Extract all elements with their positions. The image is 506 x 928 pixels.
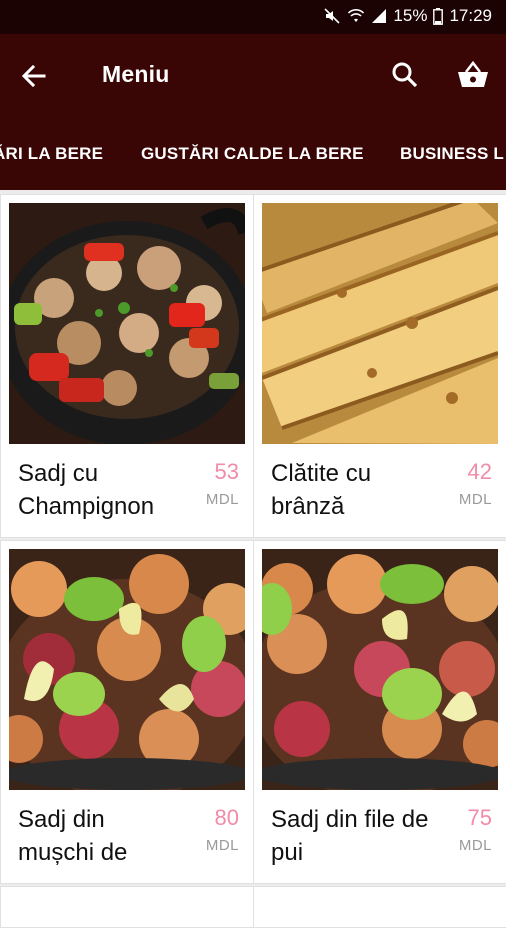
status-bar: 15% 17:29 <box>0 0 506 34</box>
clatite-branza-photo <box>262 203 498 444</box>
sadj-pui-photo <box>262 549 498 790</box>
tab-business-lunch[interactable]: BUSINESS L <box>400 144 504 164</box>
product-currency: MDL <box>205 491 239 508</box>
product-card[interactable] <box>0 886 254 928</box>
product-card[interactable]: Clătite cu brânză 42 MDL <box>253 194 506 538</box>
product-name: Sadj cu Champignon <box>18 460 155 520</box>
product-name: Sadj din mușchi de <box>18 806 128 866</box>
signal-icon <box>372 9 387 23</box>
clock: 17:29 <box>449 6 492 25</box>
battery-icon <box>433 7 444 25</box>
product-currency: MDL <box>205 837 239 854</box>
basket-icon[interactable] <box>456 60 490 90</box>
product-card[interactable]: Sadj cu Champignon 53 MDL <box>0 194 254 538</box>
category-tabs: ĂRI LA BERE GUSTĂRI CALDE LA BERE BUSINE… <box>0 116 506 190</box>
product-card[interactable] <box>253 886 506 928</box>
status-icons: 15% 17:29 <box>323 6 492 26</box>
product-price: 80 <box>214 805 239 830</box>
back-arrow-icon[interactable] <box>18 60 50 92</box>
product-grid: Sadj cu Champignon 53 MDL Clătite cu brâ… <box>0 190 506 928</box>
wifi-icon <box>348 9 365 22</box>
sadj-champignon-photo <box>9 203 245 444</box>
product-price: 53 <box>214 459 239 484</box>
tab-gustari-calde-la-bere[interactable]: GUSTĂRI CALDE LA BERE <box>141 144 364 164</box>
product-card[interactable]: Sadj din mușchi de 80 MDL <box>0 540 254 884</box>
sadj-muschi-photo <box>9 549 245 790</box>
battery-percent: 15% <box>393 6 428 25</box>
product-currency: MDL <box>458 837 492 854</box>
product-currency: MDL <box>458 491 492 508</box>
product-name: Clătite cu brânză <box>271 460 372 520</box>
product-card[interactable]: Sadj din file de pui 75 MDL <box>253 540 506 884</box>
product-price: 42 <box>467 459 492 484</box>
product-name: Sadj din file de pui <box>271 806 429 866</box>
tab-gustari-la-bere[interactable]: ĂRI LA BERE <box>0 144 103 164</box>
mute-icon <box>324 8 340 24</box>
page-title: Meniu <box>102 61 170 87</box>
search-icon[interactable] <box>390 60 420 90</box>
app-bar: Meniu <box>0 34 506 116</box>
product-price: 75 <box>467 805 492 830</box>
